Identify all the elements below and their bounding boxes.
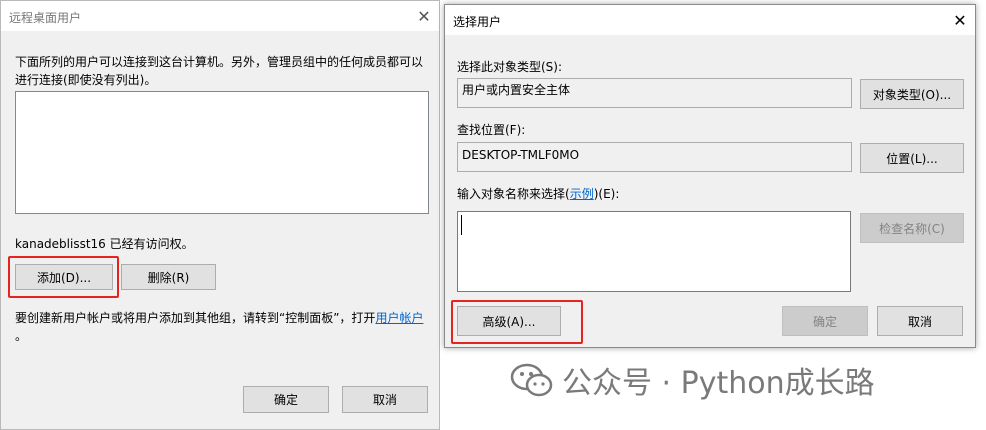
watermark: 公众号 · Python成长路: [510, 358, 875, 402]
watermark-text: 公众号 · Python成长路: [562, 366, 875, 401]
user-accounts-note: 要创建新用户帐户或将用户添加到其他组，请转到“控制面板”，打开用户帐户 。: [15, 309, 431, 345]
object-types-button[interactable]: 对象类型(O)...: [860, 79, 964, 109]
location-button[interactable]: 位置(L)...: [860, 143, 964, 173]
dialog-title: 远程桌面用户: [9, 11, 82, 25]
title-bar: 选择用户 ✕: [445, 5, 975, 35]
description-line-1: 下面所列的用户可以连接到这台计算机。另外，管理员组中的任何成员都可以: [15, 55, 424, 69]
title-bar: 远程桌面用户 ✕: [1, 1, 439, 31]
object-type-field: 用户或内置安全主体: [457, 78, 852, 108]
ok-button[interactable]: 确定: [243, 386, 329, 413]
user-accounts-link[interactable]: 用户帐户: [375, 311, 423, 325]
description-line-2: 进行连接(即使没有列出)。: [15, 73, 157, 87]
remote-desktop-users-dialog: 远程桌面用户 ✕ 下面所列的用户可以连接到这台计算机。另外，管理员组中的任何成员…: [0, 0, 440, 430]
highlight-add-button: [8, 256, 119, 298]
cancel-button[interactable]: 取消: [342, 386, 428, 413]
select-users-dialog: 选择用户 ✕ 选择此对象类型(S): 用户或内置安全主体 对象类型(O)... …: [444, 4, 976, 348]
object-names-input[interactable]: [457, 211, 851, 292]
text-caret: [461, 215, 462, 235]
examples-link[interactable]: 示例: [570, 187, 594, 201]
wechat-icon: [510, 363, 553, 397]
object-type-label: 选择此对象类型(S):: [457, 60, 563, 74]
access-status-text: kanadeblisst16 已经有访问权。: [15, 237, 194, 251]
check-names-button[interactable]: 检查名称(C): [860, 213, 964, 243]
close-icon[interactable]: ✕: [945, 9, 975, 31]
cancel-button[interactable]: 取消: [877, 306, 963, 336]
location-label: 查找位置(F):: [457, 123, 526, 137]
dialog-title: 选择用户: [453, 15, 502, 29]
enter-names-label-text: 输入对象名称来选择(: [457, 187, 570, 201]
note-suffix: 。: [15, 329, 28, 343]
location-field: DESKTOP-TMLF0MO: [457, 142, 852, 172]
description-text: 下面所列的用户可以连接到这台计算机。另外，管理员组中的任何成员都可以 进行连接(…: [15, 53, 435, 89]
close-icon[interactable]: ✕: [409, 5, 439, 27]
note-text: 要创建新用户帐户或将用户添加到其他组，请转到“控制面板”，打开: [15, 311, 376, 325]
remove-button[interactable]: 删除(R): [121, 264, 216, 290]
enter-names-label: 输入对象名称来选择(示例)(E):: [457, 185, 619, 202]
ok-button[interactable]: 确定: [782, 306, 868, 336]
user-list[interactable]: [15, 91, 429, 214]
enter-names-label-suffix: )(E):: [593, 187, 620, 201]
highlight-advanced-button: [451, 300, 583, 344]
